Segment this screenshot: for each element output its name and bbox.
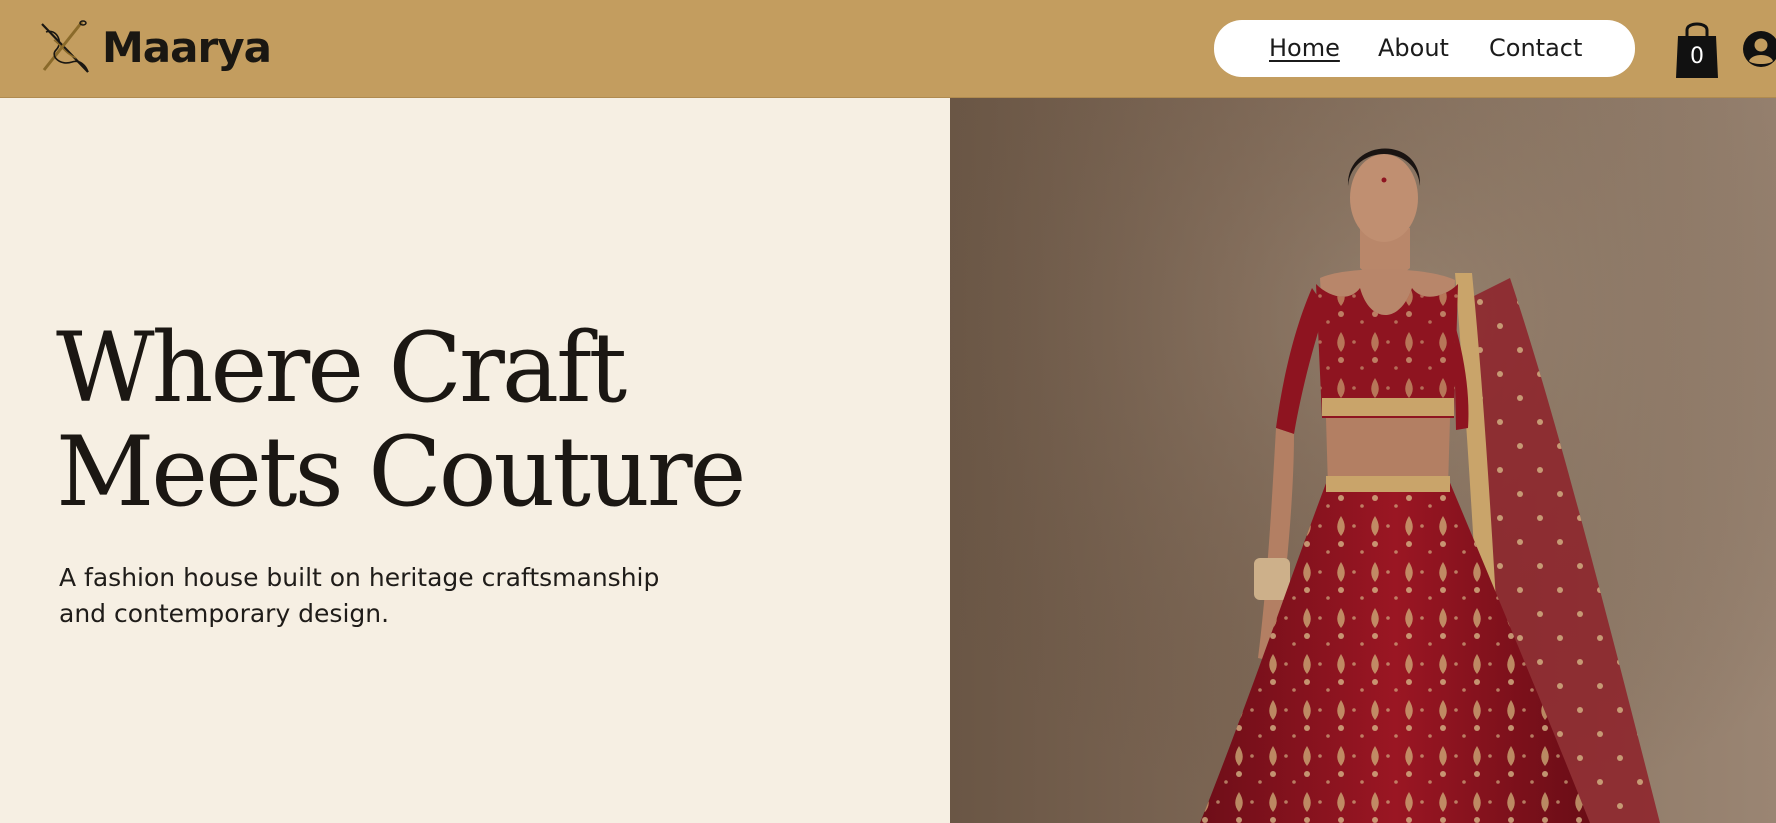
brand-name: Maarya	[102, 23, 272, 72]
hero-model-image	[950, 98, 1776, 823]
needle-thread-logo-icon	[41, 20, 89, 73]
nav-link-contact[interactable]: Contact	[1489, 34, 1582, 63]
user-avatar-icon	[1743, 31, 1776, 67]
hero-title-line-2: Meets Couture	[56, 416, 746, 528]
hero-subtitle-line-1: A fashion house built on heritage crafts…	[59, 563, 660, 592]
model-lehenga-illustration	[950, 98, 1776, 823]
page: Maarya Home About Contact 0 Where Craft …	[0, 0, 1776, 823]
nav-link-about[interactable]: About	[1378, 34, 1449, 63]
account-button[interactable]	[1742, 30, 1776, 68]
hero-subtitle-line-2: and contemporary design.	[59, 599, 390, 628]
nav-link-home[interactable]: Home	[1269, 34, 1340, 63]
main-nav: Home About Contact	[1214, 20, 1635, 77]
hero-subtitle: A fashion house built on heritage crafts…	[59, 560, 699, 632]
hero-title: Where Craft Meets Couture	[56, 316, 856, 524]
hero-title-line-1: Where Craft	[56, 312, 627, 424]
cart-count-badge: 0	[1690, 44, 1704, 69]
logo[interactable]: Maarya	[36, 18, 272, 78]
site-header: Maarya Home About Contact 0	[0, 0, 1776, 98]
cart-button[interactable]: 0	[1672, 16, 1722, 80]
